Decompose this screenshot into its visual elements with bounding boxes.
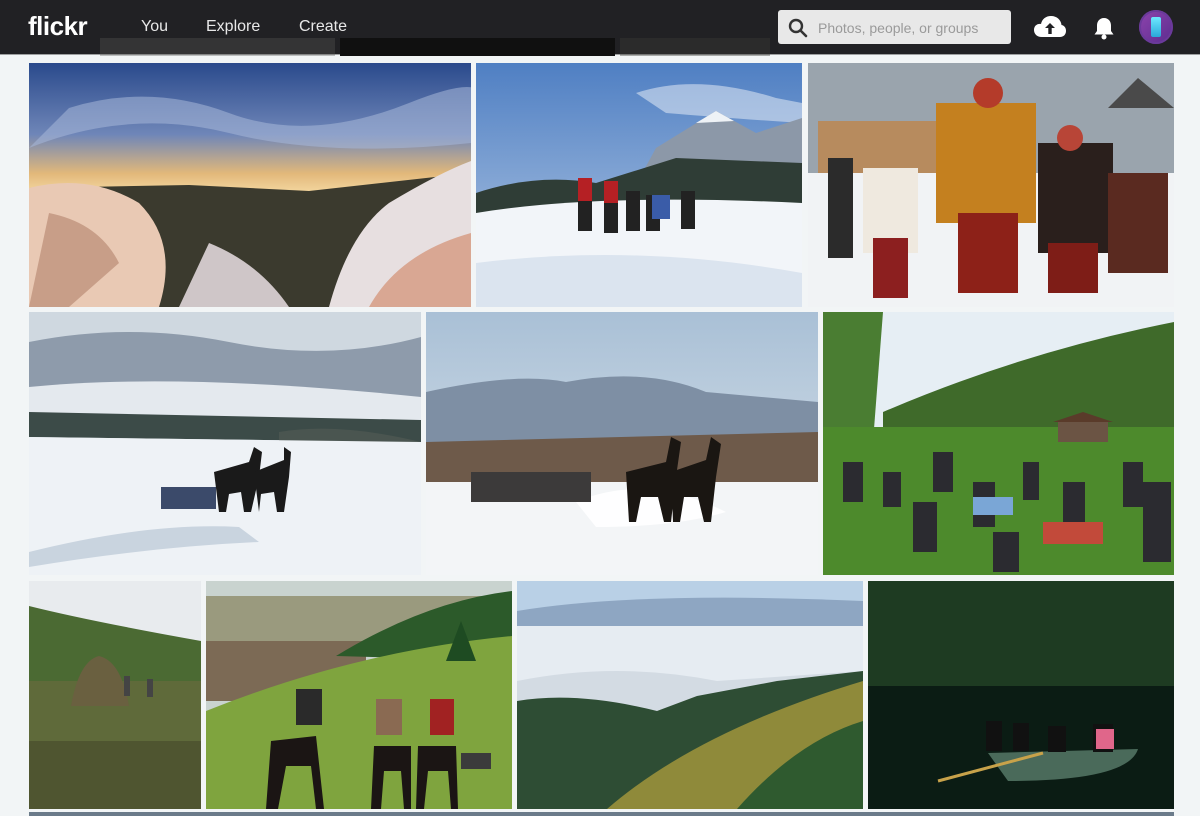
photo-hills-above-clouds[interactable] (517, 581, 863, 809)
photo-crowd-picnic-meadow[interactable] (823, 312, 1174, 575)
photo-peek (340, 38, 615, 56)
photo-horse-sleigh-kicking-snow[interactable] (426, 312, 818, 575)
upload-cloud-icon[interactable] (1033, 15, 1067, 39)
photo-riders-on-green-hill[interactable] (206, 581, 512, 809)
search-input[interactable] (816, 10, 1010, 46)
photo-costumed-winter-parade[interactable] (808, 63, 1174, 307)
photo-sunrise-over-snowy-mountains[interactable] (29, 63, 471, 307)
photo-rowboat-on-lake[interactable] (868, 581, 1174, 809)
photo-peek (620, 38, 770, 56)
notifications-bell-icon[interactable] (1093, 16, 1115, 40)
flickr-logo[interactable]: flickr (28, 11, 88, 42)
photo-haystack-on-hill[interactable] (29, 581, 201, 809)
nav-create[interactable]: Create (299, 18, 347, 36)
top-navigation-bar: flickr You Explore Create (0, 0, 1200, 56)
next-row-peek (29, 812, 1174, 816)
search-box[interactable] (778, 10, 1011, 46)
nav-explore[interactable]: Explore (206, 18, 260, 36)
search-icon (788, 18, 808, 38)
nav-you[interactable]: You (141, 18, 168, 36)
photo-peek (100, 38, 335, 56)
photo-horse-sleigh-snowy-valley[interactable] (29, 312, 421, 575)
photo-hikers-in-snow[interactable] (476, 63, 802, 307)
user-avatar[interactable] (1139, 10, 1173, 44)
